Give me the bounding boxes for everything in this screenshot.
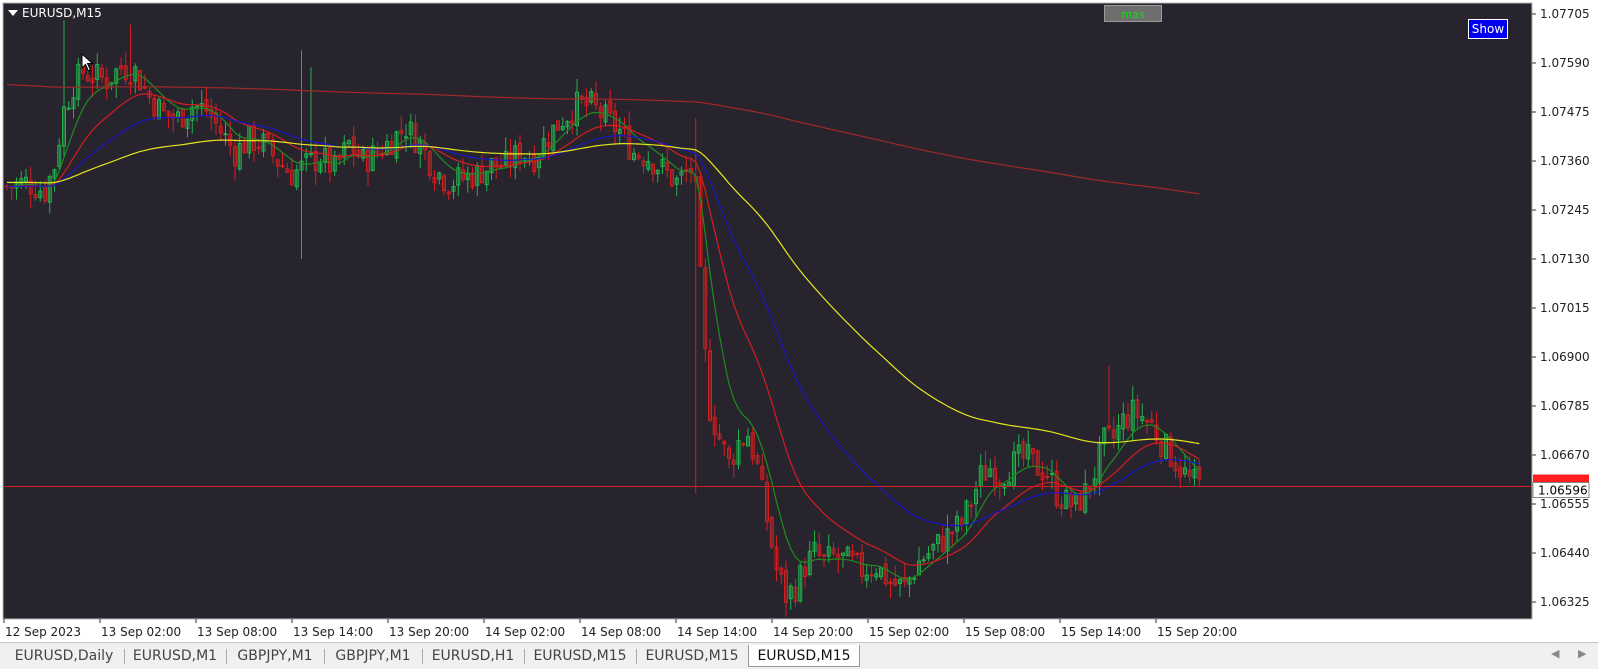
time-tick-label: 15 Sep 02:00 — [869, 625, 949, 639]
price-tick-label: 1.07360 — [1540, 154, 1590, 168]
candle-body — [280, 165, 285, 168]
price-tick-label: 1.07015 — [1540, 301, 1590, 315]
candle-body — [1145, 420, 1149, 423]
candle-body — [912, 577, 917, 580]
symbol-label[interactable]: EURUSD,M15 — [8, 6, 102, 20]
price-tick-label: 1.07475 — [1540, 105, 1590, 119]
chart-tab[interactable]: EURUSD,M15 — [636, 645, 748, 667]
time-tick-label: 13 Sep 14:00 — [293, 625, 373, 639]
time-tick-label: 14 Sep 20:00 — [773, 625, 853, 639]
mas-button[interactable]: mas — [1104, 5, 1162, 22]
time-tick-label: 14 Sep 08:00 — [581, 625, 661, 639]
price-tick-label: 1.06785 — [1540, 399, 1590, 413]
symbol-text: EURUSD,M15 — [22, 6, 102, 20]
current-price-flag — [1533, 474, 1589, 483]
chart-tab[interactable]: GBPJPY,M1 — [324, 645, 422, 667]
chart-svg[interactable]: 1.07705 1.07590 1.07475 1.07360 1.07245 1.071… — [0, 0, 1598, 642]
price-tick-label: 1.06900 — [1540, 350, 1590, 364]
chart-tab[interactable]: EURUSD,M15 — [748, 645, 860, 667]
candle-body — [855, 552, 860, 555]
time-tick-label: 13 Sep 02:00 — [101, 625, 181, 639]
time-tick-label: 15 Sep 14:00 — [1061, 625, 1141, 639]
price-axis: 1.07705 1.07590 1.07475 1.07360 1.07245 1.071… — [1532, 7, 1590, 609]
price-tick-label: 1.07705 — [1540, 7, 1590, 21]
chart-tab[interactable]: EURUSD,M1 — [124, 645, 226, 667]
candle-body — [822, 554, 826, 557]
chart-tab-bar: EURUSD,Daily EURUSD,M1 GBPJPY,M1 GBPJPY,M1 E… — [0, 642, 1598, 669]
candle-body — [404, 136, 408, 139]
price-tick-label: 1.07130 — [1540, 252, 1590, 266]
time-tick-label: 13 Sep 08:00 — [197, 625, 277, 639]
mouse-cursor-icon — [81, 53, 94, 72]
current-price-label: 1.06596 — [1538, 484, 1588, 498]
price-tick-label: 1.06555 — [1540, 497, 1590, 511]
candle-body — [869, 574, 874, 577]
chart-area[interactable]: 1.07705 1.07590 1.07475 1.07360 1.07245 1.071… — [0, 0, 1598, 642]
candle-body — [223, 133, 228, 136]
time-axis: 12 Sep 2023 13 Sep 02:00 13 Sep 08:00 13 Se… — [3, 619, 1237, 639]
scroll-left-icon[interactable]: ◀ — [1551, 647, 1559, 660]
price-tick-label: 1.07245 — [1540, 203, 1590, 217]
dropdown-triangle-icon[interactable] — [8, 10, 18, 16]
time-tick-label: 14 Sep 02:00 — [485, 625, 565, 639]
candle-body — [741, 443, 746, 446]
time-tick-label: 14 Sep 14:00 — [677, 625, 757, 639]
chart-tab[interactable]: EURUSD,Daily — [4, 645, 124, 667]
price-tick-label: 1.06670 — [1540, 448, 1590, 462]
candle-body — [1050, 472, 1054, 475]
chart-tab[interactable]: GBPJPY,M1 — [226, 645, 324, 667]
time-tick-label: 15 Sep 08:00 — [965, 625, 1045, 639]
time-tick-label: 15 Sep 20:00 — [1157, 625, 1237, 639]
price-tick-label: 1.07590 — [1540, 56, 1590, 70]
chart-tab[interactable]: EURUSD,H1 — [422, 645, 524, 667]
chart-tab[interactable]: EURUSD,M15 — [524, 645, 636, 667]
scroll-right-icon[interactable]: ▶ — [1578, 647, 1586, 660]
show-button[interactable]: Show — [1468, 19, 1508, 39]
time-tick-label: 13 Sep 20:00 — [389, 625, 469, 639]
candle-body — [1045, 475, 1050, 478]
price-tick-label: 1.06440 — [1540, 546, 1590, 560]
price-tick-label: 1.06325 — [1540, 595, 1590, 609]
time-tick-label: 12 Sep 2023 — [5, 625, 81, 639]
